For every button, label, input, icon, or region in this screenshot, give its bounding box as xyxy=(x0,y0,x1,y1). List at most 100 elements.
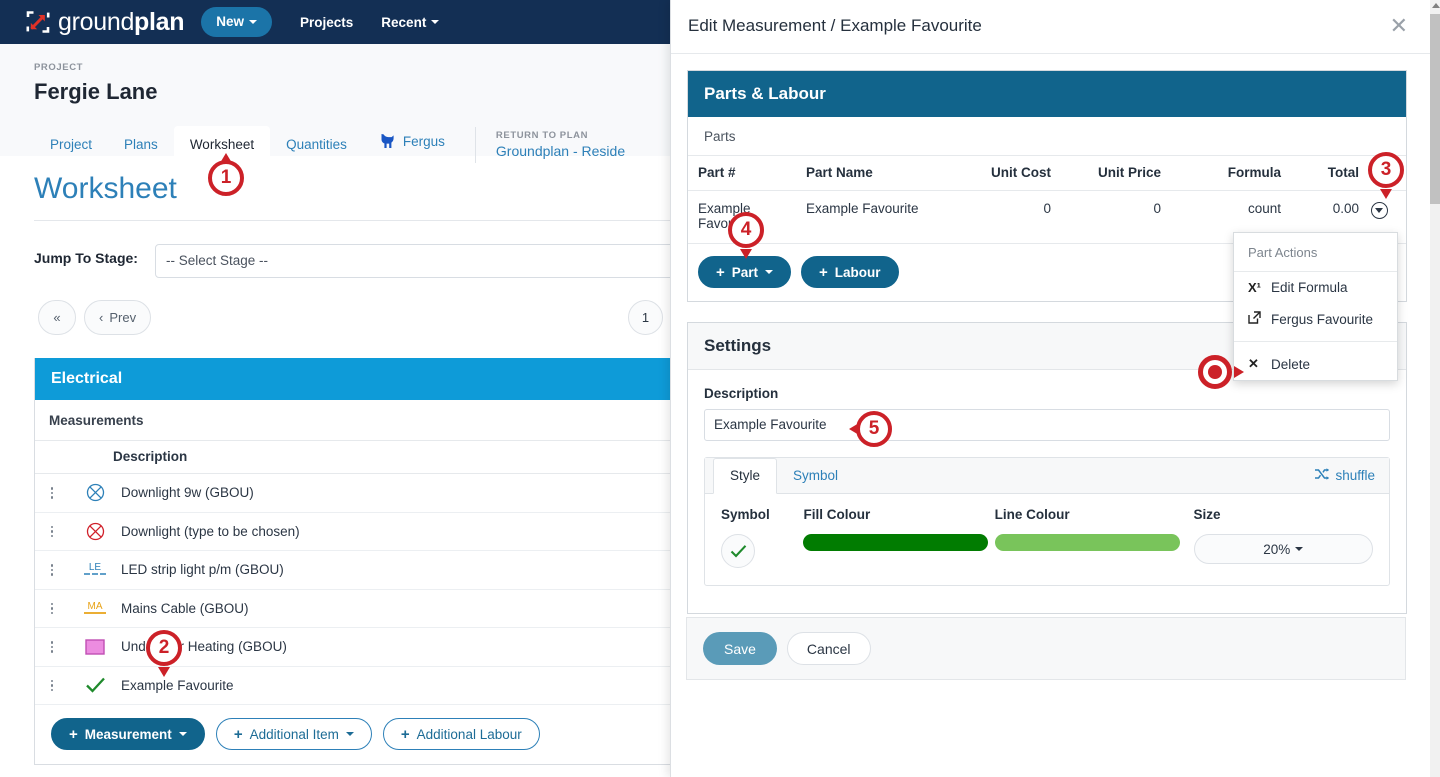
add-additional-item-label: Additional Item xyxy=(249,726,339,742)
modal-footer: Save Cancel xyxy=(686,617,1406,680)
drag-handle-icon[interactable] xyxy=(35,679,69,691)
part-actions-toggle[interactable] xyxy=(1359,201,1399,231)
groundplan-logo-icon xyxy=(25,9,51,35)
drag-handle-icon[interactable] xyxy=(35,564,69,576)
page-number[interactable]: 1 xyxy=(628,300,663,335)
menu-item-edit-formula[interactable]: X¹ Edit Formula xyxy=(1234,272,1397,303)
column-header-part-name: Part Name xyxy=(806,165,873,180)
brand-ground: ground xyxy=(58,7,135,36)
plus-icon: + xyxy=(400,725,410,743)
annotation-5-number: 5 xyxy=(856,411,892,447)
annotation-4-tail xyxy=(740,249,752,259)
brand-plan: plan xyxy=(134,7,185,36)
parts-labour-heading: Parts & Labour xyxy=(688,71,1406,117)
shuffle-label: shuffle xyxy=(1335,468,1375,483)
svg-text:MA: MA xyxy=(88,601,103,612)
style-symbol-box: Style Symbol shuffle Symbol Fill Colour … xyxy=(704,457,1390,586)
symbol-circle-cross-red-icon xyxy=(69,522,121,541)
cursor-click-indicator xyxy=(1198,355,1244,395)
shuffle-button[interactable]: shuffle xyxy=(1315,468,1375,483)
add-additional-labour-button[interactable]: + Additional Labour xyxy=(382,718,540,750)
table-row[interactable]: LE LED strip light p/m (GBOU) xyxy=(35,551,693,590)
menu-item-fergus-favourite[interactable]: Fergus Favourite xyxy=(1234,303,1397,335)
measurements-table-header: Description xyxy=(35,441,693,474)
groundplan-logo[interactable]: groundplan xyxy=(25,7,185,36)
description-input[interactable]: Example Favourite xyxy=(704,409,1390,441)
first-page-button[interactable]: « xyxy=(38,300,76,335)
add-part-button[interactable]: + Part xyxy=(698,256,792,288)
parts-table: Part # Part Name Unit Cost Unit Price Fo… xyxy=(688,156,1406,244)
add-measurement-button[interactable]: + Measurement xyxy=(51,718,205,750)
annotation-marker-4: 4 xyxy=(728,212,768,259)
measurement-name: Example Favourite xyxy=(121,677,234,693)
nav-projects[interactable]: Projects xyxy=(300,15,353,30)
tab-project[interactable]: Project xyxy=(34,126,108,164)
worksheet-divider xyxy=(34,220,694,221)
chevron-down-icon xyxy=(249,19,258,24)
brand-wordmark: groundplan xyxy=(58,7,185,36)
add-labour-button[interactable]: + Labour xyxy=(801,256,899,288)
symbol-picker-button[interactable] xyxy=(721,534,755,568)
fill-colour-swatch[interactable] xyxy=(803,534,989,551)
drag-handle-icon[interactable] xyxy=(35,602,69,614)
annotation-2-number: 2 xyxy=(146,630,182,666)
add-additional-item-button[interactable]: + Additional Item xyxy=(215,718,372,750)
prev-page-button[interactable]: ‹ Prev xyxy=(84,300,152,335)
nav-recent[interactable]: Recent xyxy=(381,15,440,30)
scroll-up-arrow-icon[interactable] xyxy=(1432,3,1440,8)
chevron-down-circle-icon[interactable] xyxy=(1370,202,1388,219)
nav-projects-label: Projects xyxy=(300,14,354,30)
table-row[interactable]: Underfloor Heating (GBOU) xyxy=(35,628,693,667)
cancel-label: Cancel xyxy=(806,640,851,657)
new-button[interactable]: New xyxy=(201,7,273,37)
cell-unit-cost: 0 xyxy=(1043,201,1051,216)
table-row[interactable]: Downlight (type to be chosen) xyxy=(35,513,693,551)
page-scrollbar-thumb[interactable] xyxy=(1430,14,1440,204)
symbol-circle-cross-blue-icon xyxy=(69,483,121,502)
jump-to-stage-select[interactable]: -- Select Stage -- xyxy=(155,244,695,278)
line-colour-column: Line Colour xyxy=(994,507,1194,568)
return-plan-name[interactable]: Groundplan - Reside xyxy=(496,143,625,159)
size-label: Size xyxy=(1193,507,1221,522)
annotation-2-tail xyxy=(158,667,170,677)
annotation-3-tail xyxy=(1380,189,1392,199)
drag-handle-icon[interactable] xyxy=(35,641,69,653)
add-labour-label: Labour xyxy=(834,264,881,280)
annotation-3-number: 3 xyxy=(1368,152,1404,188)
line-colour-swatch[interactable] xyxy=(994,534,1180,551)
table-row[interactable]: Example Favourite xyxy=(35,667,693,705)
table-row[interactable]: Downlight 9w (GBOU) xyxy=(35,474,693,513)
annotation-marker-2: 2 xyxy=(146,630,186,677)
menu-item-edit-formula-label: Edit Formula xyxy=(1271,280,1348,295)
close-icon: ✕ xyxy=(1248,356,1259,371)
add-part-label: Part xyxy=(731,264,759,280)
style-body: Symbol Fill Colour Line Colour Size 20% xyxy=(705,494,1389,585)
size-select[interactable]: 20% xyxy=(1193,534,1374,564)
cell-formula: count xyxy=(1247,201,1281,216)
cancel-button[interactable]: Cancel xyxy=(786,632,871,665)
fill-colour-column: Fill Colour xyxy=(803,507,994,568)
tabs-divider xyxy=(474,127,476,163)
modal-title: Edit Measurement / Example Favourite xyxy=(688,16,982,35)
close-icon[interactable]: ✕ xyxy=(1390,15,1408,37)
cell-part-name: Example Favourite xyxy=(806,201,919,216)
menu-item-delete-label: Delete xyxy=(1271,356,1311,372)
page-title: Fergie Lane xyxy=(34,79,158,104)
tab-quantities[interactable]: Quantities xyxy=(270,126,363,164)
column-header-description: Description xyxy=(113,449,188,464)
drag-handle-icon[interactable] xyxy=(35,525,69,537)
tab-style[interactable]: Style xyxy=(713,458,778,494)
plus-icon: + xyxy=(716,263,725,281)
svg-text:LE: LE xyxy=(89,562,102,573)
tab-fergus[interactable]: Fergus xyxy=(363,120,461,164)
tab-plans[interactable]: Plans xyxy=(108,126,174,164)
size-value: 20% xyxy=(1263,541,1291,557)
tab-symbol[interactable]: Symbol xyxy=(777,459,854,493)
return-to-plan[interactable]: RETURN TO PLAN Groundplan - Reside xyxy=(496,124,625,164)
table-row[interactable]: MA Mains Cable (GBOU) xyxy=(35,590,693,628)
menu-item-delete[interactable]: ✕ Delete xyxy=(1234,348,1397,380)
save-button[interactable]: Save xyxy=(703,632,777,665)
drag-handle-icon[interactable] xyxy=(35,487,69,499)
stage-header: Electrical xyxy=(35,358,693,400)
column-header-total: Total xyxy=(1327,165,1359,180)
